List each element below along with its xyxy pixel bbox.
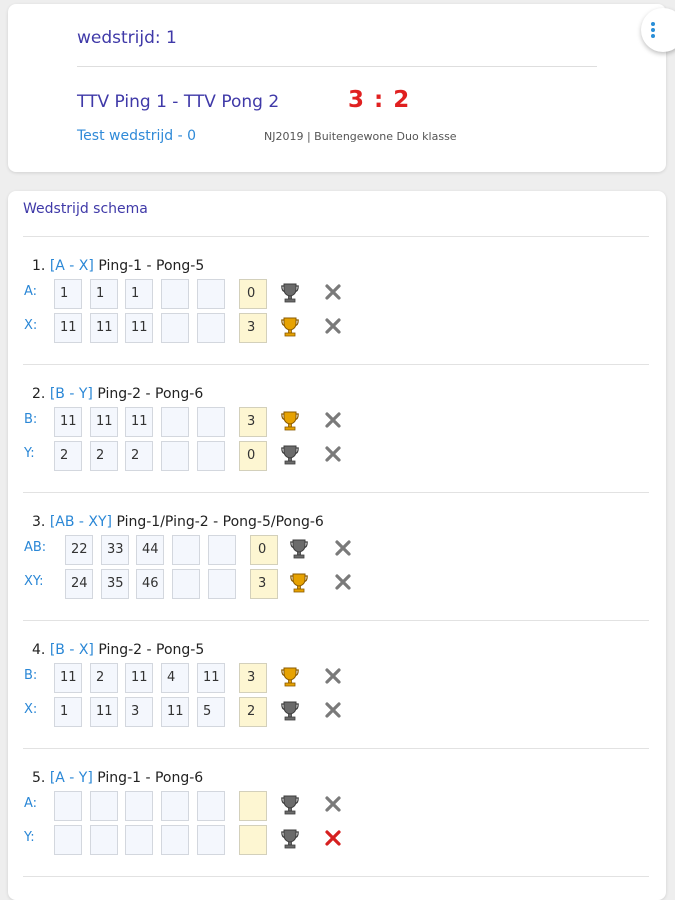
close-icon[interactable] <box>324 667 342 685</box>
game-number: 1. <box>32 258 46 274</box>
score-row: B: 11 2 11 4 11 3 <box>22 663 662 695</box>
trophy-icon <box>281 667 299 687</box>
match-header-card: wedstrijd: 1 TTV Ping 1 - TTV Pong 2 3 :… <box>8 4 666 172</box>
game-block: 2. [B - Y] Ping-2 - Pong-6 B: 11 11 11 3 Y: 2 2 2… <box>8 319 666 493</box>
set-score-input[interactable] <box>161 279 189 309</box>
test-match-link[interactable]: Test wedstrijd - 0 <box>77 128 196 144</box>
set-score-input[interactable] <box>161 791 189 821</box>
game-title: 3. [AB - XY] Ping-1/Ping-2 - Pong-5/Pong… <box>32 514 324 530</box>
set-score-input[interactable]: 22 <box>65 535 93 565</box>
game-code: [B - X] <box>49 642 94 658</box>
trophy-icon <box>290 539 308 559</box>
score-row: A: <box>22 791 662 823</box>
score-row: A: 1 1 1 0 <box>22 279 662 311</box>
close-icon[interactable] <box>334 539 352 557</box>
game-players: Ping-2 - Pong-6 <box>97 386 204 402</box>
game-block: 3. [AB - XY] Ping-1/Ping-2 - Pong-5/Pong… <box>8 447 666 621</box>
set-score-input[interactable]: 11 <box>54 663 82 693</box>
trophy-icon <box>281 829 299 849</box>
divider <box>23 876 649 877</box>
set-score-input[interactable]: 1 <box>90 279 118 309</box>
total-score-field <box>239 825 267 855</box>
set-score-input[interactable] <box>172 535 200 565</box>
player-label: Y: <box>24 830 35 845</box>
game-players: Ping-1/Ping-2 - Pong-5/Pong-6 <box>116 514 324 530</box>
player-label: A: <box>24 284 38 299</box>
set-score-input[interactable]: 1 <box>125 279 153 309</box>
game-number: 4. <box>32 642 46 658</box>
player-label: B: <box>24 412 38 427</box>
game-players: Ping-1 - Pong-5 <box>98 258 205 274</box>
close-icon[interactable] <box>324 283 342 301</box>
set-score-input[interactable]: 33 <box>101 535 129 565</box>
score-row: Y: <box>22 825 662 857</box>
set-score-input[interactable]: 1 <box>54 279 82 309</box>
match-teams: TTV Ping 1 - TTV Pong 2 <box>77 92 280 112</box>
total-score-field: 3 <box>239 407 267 437</box>
total-score-field: 0 <box>239 279 267 309</box>
game-title: 5. [A - Y] Ping-1 - Pong-6 <box>32 770 203 786</box>
total-score-field: 0 <box>250 535 278 565</box>
game-number: 5. <box>32 770 46 786</box>
set-score-input[interactable]: 2 <box>90 663 118 693</box>
set-score-input[interactable]: 11 <box>197 663 225 693</box>
match-title: wedstrijd: 1 <box>77 28 177 48</box>
set-score-input[interactable]: 11 <box>90 407 118 437</box>
player-label: B: <box>24 668 38 683</box>
more-vertical-icon-dot <box>651 34 655 38</box>
set-score-input[interactable]: 11 <box>54 407 82 437</box>
set-score-input[interactable] <box>54 791 82 821</box>
game-title: 4. [B - X] Ping-2 - Pong-5 <box>32 642 204 658</box>
set-score-input[interactable] <box>208 535 236 565</box>
game-block: 1. [A - X] Ping-1 - Pong-5 A: 1 1 1 0 X: 11 11 11… <box>8 191 666 365</box>
total-score-field <box>239 791 267 821</box>
close-icon[interactable] <box>324 829 342 847</box>
player-label: AB: <box>24 540 47 555</box>
match-schema-card: Wedstrijd schema 1. [A - X] Ping-1 - Pon… <box>8 191 666 900</box>
set-score-input[interactable]: 4 <box>161 663 189 693</box>
close-icon[interactable] <box>324 795 342 813</box>
set-score-input[interactable] <box>197 407 225 437</box>
trophy-icon <box>281 411 299 431</box>
set-score-input[interactable] <box>90 825 118 855</box>
set-score-input[interactable] <box>197 825 225 855</box>
game-number: 3. <box>32 514 46 530</box>
trophy-icon <box>281 283 299 303</box>
game-block: 4. [B - X] Ping-2 - Pong-5 B: 11 2 11 4 11 3 X: 1… <box>8 575 666 749</box>
match-score: 3 : 2 <box>348 87 411 113</box>
set-score-input[interactable] <box>90 791 118 821</box>
score-row: B: 11 11 11 3 <box>22 407 662 439</box>
set-score-input[interactable]: 44 <box>136 535 164 565</box>
more-vertical-icon <box>651 22 655 26</box>
total-score-field: 3 <box>239 663 267 693</box>
game-title: 2. [B - Y] Ping-2 - Pong-6 <box>32 386 203 402</box>
more-vertical-icon-dot <box>651 28 655 32</box>
trophy-icon <box>281 795 299 815</box>
set-score-input[interactable] <box>197 279 225 309</box>
game-code: [A - X] <box>49 258 94 274</box>
game-code: [A - Y] <box>49 770 93 786</box>
player-label: A: <box>24 796 38 811</box>
game-players: Ping-1 - Pong-6 <box>97 770 204 786</box>
close-icon[interactable] <box>324 411 342 429</box>
game-block: 5. [A - Y] Ping-1 - Pong-6 A: Y: <box>8 703 666 877</box>
game-players: Ping-2 - Pong-5 <box>98 642 205 658</box>
match-meta: NJ2019 | Buitengewone Duo klasse <box>264 130 457 143</box>
set-score-input[interactable] <box>54 825 82 855</box>
set-score-input[interactable]: 11 <box>125 407 153 437</box>
set-score-input[interactable] <box>125 825 153 855</box>
set-score-input[interactable] <box>161 825 189 855</box>
set-score-input[interactable] <box>125 791 153 821</box>
set-score-input[interactable]: 11 <box>125 663 153 693</box>
game-number: 2. <box>32 386 46 402</box>
score-row: AB: 22 33 44 0 <box>22 535 662 567</box>
game-code: [B - Y] <box>49 386 93 402</box>
game-title: 1. [A - X] Ping-1 - Pong-5 <box>32 258 204 274</box>
set-score-input[interactable] <box>197 791 225 821</box>
game-code: [AB - XY] <box>49 514 113 530</box>
divider <box>77 66 597 67</box>
set-score-input[interactable] <box>161 407 189 437</box>
